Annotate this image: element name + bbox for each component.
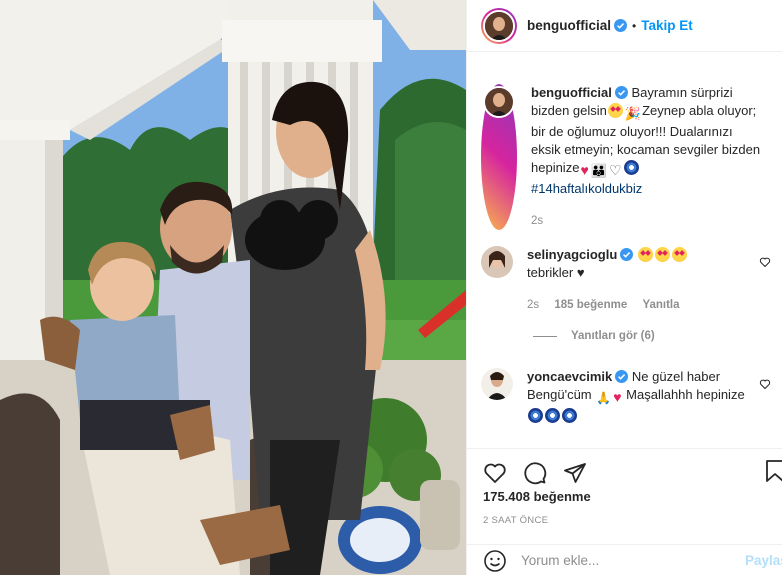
heart-small-icon[interactable] bbox=[759, 256, 771, 268]
star-struck-emoji-icon bbox=[671, 247, 687, 262]
verified-badge-icon bbox=[614, 86, 628, 99]
comment-form: Paylaş bbox=[467, 544, 782, 575]
author-username[interactable]: benguofficial bbox=[527, 18, 611, 33]
post-comment-button[interactable]: Paylaş bbox=[745, 553, 782, 568]
likes-count[interactable]: 175.408 beğenme bbox=[483, 489, 591, 504]
share-icon bbox=[564, 463, 586, 483]
share-button[interactable] bbox=[563, 455, 603, 491]
star-struck-emoji-icon bbox=[654, 247, 670, 262]
red-heart-emoji-icon: ♥ bbox=[580, 162, 589, 178]
party-popper-emoji-icon: 🎉 bbox=[624, 106, 642, 121]
post-photo[interactable] bbox=[0, 0, 466, 575]
commenter-avatar-image bbox=[481, 368, 513, 400]
star-struck-emoji-icon bbox=[607, 103, 623, 118]
comment-text-b: Maşallahhh hepinize bbox=[626, 387, 745, 402]
star-struck-emoji-icon bbox=[637, 247, 653, 262]
view-replies-button[interactable]: Yanıtları gör (6) bbox=[533, 330, 655, 342]
post-sidebar: benguofficial • Takip Et benguofficial B… bbox=[466, 0, 782, 575]
caption-text: benguofficial Bayramın sürprizi bizden g… bbox=[531, 84, 761, 230]
follow-button[interactable]: Takip Et bbox=[641, 18, 693, 33]
praying-hands-emoji-icon: 🙏 bbox=[596, 391, 612, 405]
verified-badge-icon bbox=[615, 370, 629, 383]
comment-likes[interactable]: 185 beğenme bbox=[554, 299, 627, 311]
view-replies-label: Yanıtları gör (6) bbox=[571, 330, 655, 342]
comment-item: yoncaevcimik Ne güzel haber Bengü'cüm 🙏 ♥… bbox=[481, 368, 781, 425]
verified-badge-icon bbox=[614, 19, 627, 32]
action-icons bbox=[483, 455, 603, 491]
reply-button[interactable]: Yanıtla bbox=[642, 299, 679, 311]
commenter-username[interactable]: selinyagcioglu bbox=[527, 247, 617, 262]
commenter-avatar[interactable] bbox=[481, 246, 513, 278]
caption-avatar-image bbox=[485, 88, 513, 116]
commenter-avatar[interactable] bbox=[481, 368, 513, 400]
emoji-icon[interactable] bbox=[483, 549, 507, 573]
heart-small-icon[interactable] bbox=[759, 378, 771, 390]
red-heart-emoji-icon: ♥ bbox=[613, 389, 622, 405]
white-heart-emoji-icon: ♡ bbox=[608, 162, 622, 178]
commenter-username[interactable]: yoncaevcimik bbox=[527, 369, 612, 384]
bookmark-icon[interactable] bbox=[765, 459, 782, 483]
comment-body: yoncaevcimik Ne güzel haber Bengü'cüm 🙏 ♥… bbox=[527, 368, 757, 425]
comment-icon bbox=[524, 462, 547, 485]
caption-avatar[interactable] bbox=[481, 84, 517, 230]
commenter-avatar-image bbox=[481, 246, 513, 278]
author-avatar[interactable] bbox=[481, 7, 517, 44]
evil-eye-emoji-icon bbox=[562, 408, 577, 423]
post-header: benguofficial • Takip Et bbox=[467, 0, 782, 52]
post-actions: 175.408 beğenme 2 SAAT ÖNCE Paylaş bbox=[467, 448, 782, 575]
caption: benguofficial Bayramın sürprizi bizden g… bbox=[481, 84, 781, 230]
author-avatar-image bbox=[485, 11, 513, 40]
caption-hashtag[interactable]: #14haftalıkoldukbiz bbox=[531, 181, 642, 196]
replies-divider bbox=[533, 335, 557, 337]
comment-button[interactable] bbox=[523, 455, 563, 491]
evil-eye-emoji-icon bbox=[528, 408, 543, 423]
header-separator: • bbox=[632, 18, 637, 33]
caption-username[interactable]: benguofficial bbox=[531, 85, 612, 100]
comment-body: selinyagcioglu tebrikler ♥ 2s 185 beğenm… bbox=[527, 246, 757, 314]
like-button[interactable] bbox=[483, 455, 523, 491]
comment-age[interactable]: 2s bbox=[527, 299, 539, 311]
evil-eye-emoji-icon bbox=[623, 160, 639, 175]
caption-age[interactable]: 2s bbox=[531, 215, 543, 227]
family-photo-image bbox=[0, 0, 466, 575]
comment-text: tebrikler ♥ bbox=[527, 265, 585, 280]
comment-item: selinyagcioglu tebrikler ♥ 2s 185 beğenm… bbox=[481, 246, 781, 314]
comments-list[interactable]: benguofficial Bayramın sürprizi bizden g… bbox=[467, 52, 782, 448]
comment-input[interactable] bbox=[521, 553, 721, 568]
family-emoji-icon: 👪 bbox=[590, 163, 607, 178]
evil-eye-emoji-icon bbox=[545, 408, 560, 423]
heart-icon bbox=[484, 463, 506, 483]
verified-badge-icon bbox=[620, 248, 634, 261]
post-timestamp[interactable]: 2 SAAT ÖNCE bbox=[483, 515, 548, 526]
